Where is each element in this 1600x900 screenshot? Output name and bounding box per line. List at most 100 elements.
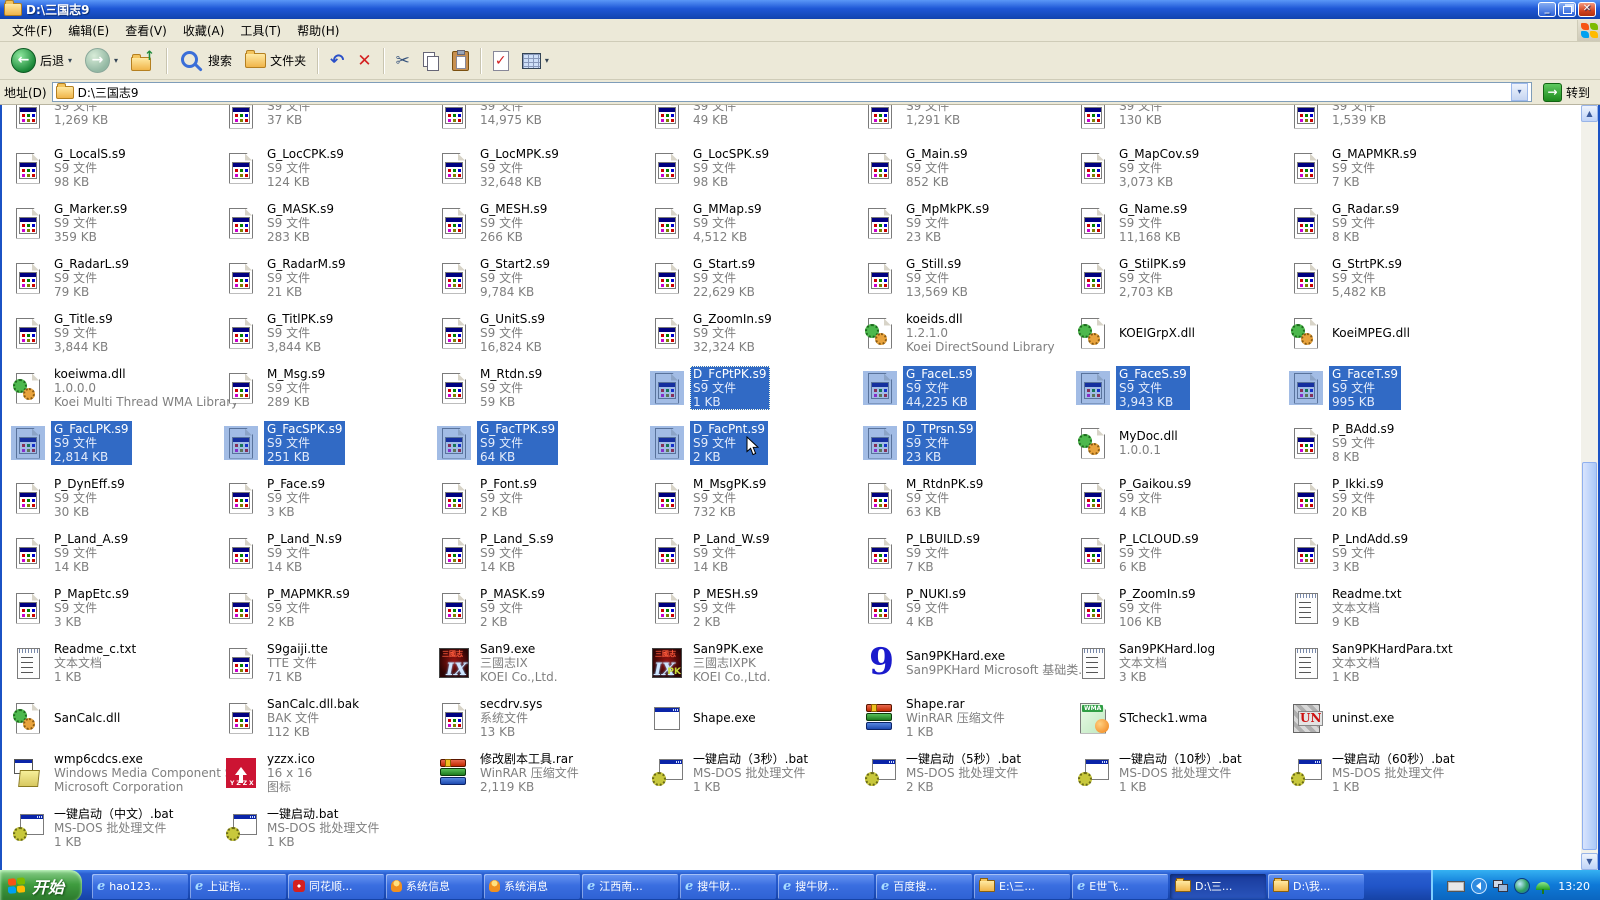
file-item[interactable]: P_MAPMKR.s9S9 文件2 KB (223, 580, 436, 635)
start-button[interactable]: 开始 (0, 870, 82, 900)
file-item[interactable]: SanCalc.dll.bakBAK 文件112 KB (223, 690, 436, 745)
file-item[interactable]: 三國志IXPKSan9PK.exe三國志IXPKKOEI Co.,Ltd. (649, 635, 862, 690)
menu-item[interactable]: 收藏(A) (175, 21, 233, 41)
scroll-down-button[interactable]: ▼ (1581, 853, 1598, 870)
file-item[interactable]: S9 文件1,291 KB (862, 105, 1075, 140)
file-item[interactable]: G_LocalS.s9S9 文件98 KB (10, 140, 223, 195)
file-item[interactable]: P_Gaikou.s9S9 文件4 KB (1075, 470, 1288, 525)
file-item[interactable]: wmp6cdcs.exeWindows Media Component S...… (10, 745, 223, 800)
taskbar-item[interactable]: 系统信息 (386, 874, 482, 899)
file-item[interactable]: P_Land_A.s9S9 文件14 KB (10, 525, 223, 580)
file-item[interactable]: G_MMap.s9S9 文件4,512 KB (649, 195, 862, 250)
file-item[interactable]: YZZXyzzx.ico16 x 16图标 (223, 745, 436, 800)
taskbar-item[interactable]: e百度搜... (876, 874, 972, 899)
file-item[interactable]: S9gaiji.tteTTE 文件71 KB (223, 635, 436, 690)
delete-button[interactable]: ✕ (352, 48, 376, 74)
scroll-up-button[interactable]: ▲ (1581, 105, 1598, 122)
file-item[interactable]: P_Ikki.s9S9 文件20 KB (1288, 470, 1501, 525)
menu-item[interactable]: 文件(F) (4, 21, 60, 41)
file-item[interactable]: P_LCLOUD.s9S9 文件6 KB (1075, 525, 1288, 580)
taskbar-item[interactable]: e江西南... (582, 874, 678, 899)
file-item[interactable]: P_MASK.s9S9 文件2 KB (436, 580, 649, 635)
file-item[interactable]: 一键启动（10秒）.batMS-DOS 批处理文件1 KB (1075, 745, 1288, 800)
file-item[interactable]: P_Land_N.s9S9 文件14 KB (223, 525, 436, 580)
copy-button[interactable] (418, 49, 444, 73)
file-item[interactable]: G_Start.s9S9 文件22,629 KB (649, 250, 862, 305)
menu-item[interactable]: 工具(T) (232, 21, 289, 41)
cut-button[interactable]: ✂ (391, 48, 415, 74)
paste-button[interactable] (447, 48, 474, 74)
keyboard-icon[interactable] (1447, 881, 1465, 892)
file-item[interactable]: P_Face.s9S9 文件3 KB (223, 470, 436, 525)
globe-icon[interactable] (1514, 878, 1530, 894)
file-item[interactable]: G_MapCov.s9S9 文件3,073 KB (1075, 140, 1288, 195)
file-item[interactable]: P_Land_S.s9S9 文件14 KB (436, 525, 649, 580)
file-item[interactable]: S9 文件37 KB (223, 105, 436, 140)
minimize-button[interactable]: _ (1538, 2, 1556, 17)
taskbar-item[interactable]: eE世飞... (1072, 874, 1168, 899)
taskbar-item[interactable]: ehao123... (92, 874, 188, 899)
file-item[interactable]: G_StilPK.s9S9 文件2,703 KB (1075, 250, 1288, 305)
file-item[interactable]: S9 文件1,269 KB (10, 105, 223, 140)
taskbar-item[interactable]: 系统消息 (484, 874, 580, 899)
file-item[interactable]: G_LocCPK.s9S9 文件124 KB (223, 140, 436, 195)
file-item[interactable]: 一键启动（5秒）.batMS-DOS 批处理文件2 KB (862, 745, 1075, 800)
address-input[interactable]: D:\三国志9 ▾ (52, 82, 1532, 102)
file-item[interactable]: San9PKHardPara.txt文本文档1 KB (1288, 635, 1501, 690)
file-item[interactable]: G_LocMPK.s9S9 文件32,648 KB (436, 140, 649, 195)
file-item[interactable]: G_Marker.s9S9 文件359 KB (10, 195, 223, 250)
taskbar-item[interactable]: e上证指... (190, 874, 286, 899)
file-item[interactable]: San9PKHard.log文本文档3 KB (1075, 635, 1288, 690)
file-item[interactable]: G_UnitS.s9S9 文件16,824 KB (436, 305, 649, 360)
file-item[interactable]: P_DynEff.s9S9 文件30 KB (10, 470, 223, 525)
file-item[interactable]: D_FacPnt.s9S9 文件2 KB (649, 415, 862, 470)
file-item[interactable]: koeids.dll1.2.1.0Koei DirectSound Librar… (862, 305, 1075, 360)
file-item[interactable]: 一键启动（中文）.batMS-DOS 批处理文件1 KB (10, 800, 223, 855)
up-button[interactable]: ↑ (126, 48, 160, 74)
file-item[interactable]: M_Rtdn.s9S9 文件59 KB (436, 360, 649, 415)
file-item[interactable]: G_RadarL.s9S9 文件79 KB (10, 250, 223, 305)
file-item[interactable]: SanCalc.dll (10, 690, 223, 745)
file-item[interactable]: Readme_c.txt文本文档1 KB (10, 635, 223, 690)
file-item[interactable]: secdrv.sys系统文件13 KB (436, 690, 649, 745)
file-item[interactable]: P_LndAdd.s9S9 文件3 KB (1288, 525, 1501, 580)
vertical-scrollbar[interactable]: ▲ ▼ (1581, 105, 1598, 870)
forward-dropdown-icon[interactable]: ▾ (114, 56, 118, 65)
views-dropdown-icon[interactable]: ▾ (545, 56, 549, 65)
file-item[interactable]: KoeiMPEG.dll (1288, 305, 1501, 360)
file-item[interactable]: WMASTcheck1.wma (1075, 690, 1288, 745)
menu-item[interactable]: 编辑(E) (60, 21, 117, 41)
file-item[interactable]: P_ZoomIn.s9S9 文件106 KB (1075, 580, 1288, 635)
back-dropdown-icon[interactable]: ▾ (68, 56, 72, 65)
file-item[interactable]: D_FcPtPK.s9S9 文件1 KB (649, 360, 862, 415)
file-item[interactable]: G_Name.s9S9 文件11,168 KB (1075, 195, 1288, 250)
network-icon[interactable] (1493, 880, 1508, 892)
file-item[interactable]: G_MASK.s9S9 文件283 KB (223, 195, 436, 250)
file-item[interactable]: G_Main.s9S9 文件852 KB (862, 140, 1075, 195)
file-item[interactable]: G_TitlPK.s9S9 文件3,844 KB (223, 305, 436, 360)
file-item[interactable]: G_Radar.s9S9 文件8 KB (1288, 195, 1501, 250)
file-item[interactable]: M_MsgPK.s9S9 文件732 KB (649, 470, 862, 525)
file-item[interactable]: G_MpMkPK.s9S9 文件23 KB (862, 195, 1075, 250)
file-item[interactable]: D_TPrsn.S9S9 文件23 KB (862, 415, 1075, 470)
file-item[interactable]: G_FaceL.s9S9 文件44,225 KB (862, 360, 1075, 415)
file-item[interactable]: 三國志IXSan9.exe三國志IXKOEI Co.,Ltd. (436, 635, 649, 690)
file-item[interactable]: KOEIGrpX.dll (1075, 305, 1288, 360)
file-item[interactable]: 一键启动（60秒）.batMS-DOS 批处理文件1 KB (1288, 745, 1501, 800)
file-item[interactable]: G_Start2.s9S9 文件9,784 KB (436, 250, 649, 305)
file-item[interactable]: P_MapEtc.s9S9 文件3 KB (10, 580, 223, 635)
file-item[interactable]: P_Font.s9S9 文件2 KB (436, 470, 649, 525)
file-item[interactable]: G_FacSPK.s9S9 文件251 KB (223, 415, 436, 470)
file-item[interactable]: S9 文件1,539 KB (1288, 105, 1501, 140)
umbrella-icon[interactable] (1536, 882, 1550, 890)
file-item[interactable]: S9 文件130 KB (1075, 105, 1288, 140)
file-item[interactable]: Shape.exe (649, 690, 862, 745)
file-item[interactable]: G_FaceS.s9S9 文件3,943 KB (1075, 360, 1288, 415)
taskbar-item[interactable]: D:\我... (1268, 874, 1364, 899)
taskbar-item[interactable]: e搜牛财... (680, 874, 776, 899)
file-item[interactable]: 9San9PKHard.exeSan9PKHard Microsoft 基础类.… (862, 635, 1075, 690)
menu-item[interactable]: 查看(V) (117, 21, 175, 41)
file-item[interactable]: 一键启动.batMS-DOS 批处理文件1 KB (223, 800, 436, 855)
menu-item[interactable]: 帮助(H) (289, 21, 347, 41)
file-item[interactable]: M_Msg.s9S9 文件289 KB (223, 360, 436, 415)
